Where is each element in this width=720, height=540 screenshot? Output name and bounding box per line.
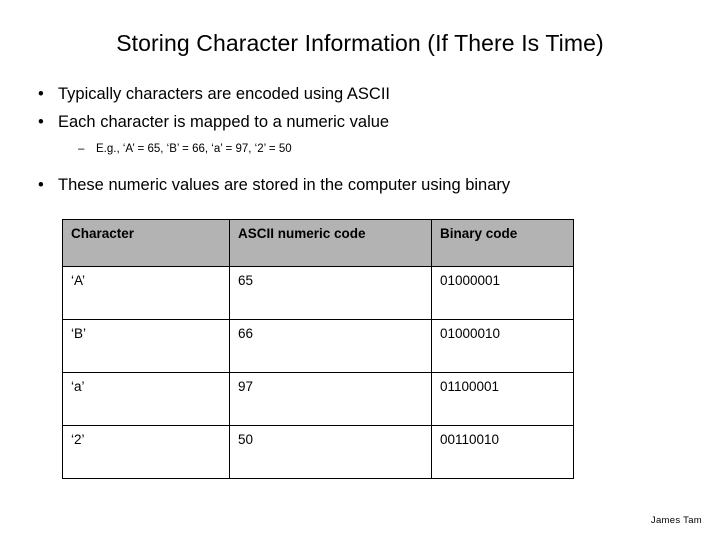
bullet-item-4: • These numeric values are stored in the… (30, 173, 690, 198)
cell-binary-code: 01000001 (431, 266, 574, 320)
bullet-marker: • (38, 113, 44, 131)
cell-character: ‘A’ (62, 266, 230, 320)
bullet-text: These numeric values are stored in the c… (58, 176, 511, 194)
table-row: ‘2’ 50 00110010 (62, 425, 574, 479)
table-row: ‘a’ 97 01100001 (62, 372, 574, 426)
cell-character: ‘a’ (62, 372, 230, 426)
bullet-text: Typically characters are encoded using A… (58, 85, 391, 103)
page-title: Storing Character Information (If There … (116, 30, 604, 56)
cell-binary-code: 00110010 (431, 425, 574, 479)
cell-character: ‘B’ (62, 319, 230, 373)
ascii-table: Character ASCII numeric code Binary code… (62, 219, 574, 479)
footer-author: James Tam (650, 515, 702, 526)
bullet-text: E.g., ‘A’ = 65, ‘B’ = 66, ‘a’ = 97, ‘2’ … (96, 143, 292, 155)
bullet-list: • Typically characters are encoded using… (30, 82, 690, 201)
cell-ascii-code: 66 (229, 319, 432, 373)
cell-character: ‘2’ (62, 425, 230, 479)
bullet-marker: • (38, 85, 44, 103)
bullet-item-3: – E.g., ‘A’ = 65, ‘B’ = 66, ‘a’ = 97, ‘2… (30, 139, 690, 159)
table-header-ascii-code: ASCII numeric code (229, 219, 432, 267)
table-row: ‘B’ 66 01000010 (62, 319, 574, 373)
cell-binary-code: 01100001 (431, 372, 574, 426)
table-header-row: Character ASCII numeric code Binary code (62, 219, 574, 267)
bullet-text: Each character is mapped to a numeric va… (58, 113, 390, 131)
bullet-item-1: • Typically characters are encoded using… (30, 82, 690, 107)
cell-ascii-code: 50 (229, 425, 432, 479)
table-row: ‘A’ 65 01000001 (62, 266, 574, 320)
cell-binary-code: 01000010 (431, 319, 574, 373)
cell-ascii-code: 97 (229, 372, 432, 426)
slide: Storing Character Information (If There … (0, 0, 720, 540)
bullet-marker: • (38, 176, 44, 194)
table-header-character: Character (62, 219, 230, 267)
bullet-marker: – (78, 143, 85, 155)
table-header-binary-code: Binary code (431, 219, 574, 267)
bullet-item-2: • Each character is mapped to a numeric … (30, 110, 690, 135)
cell-ascii-code: 65 (229, 266, 432, 320)
